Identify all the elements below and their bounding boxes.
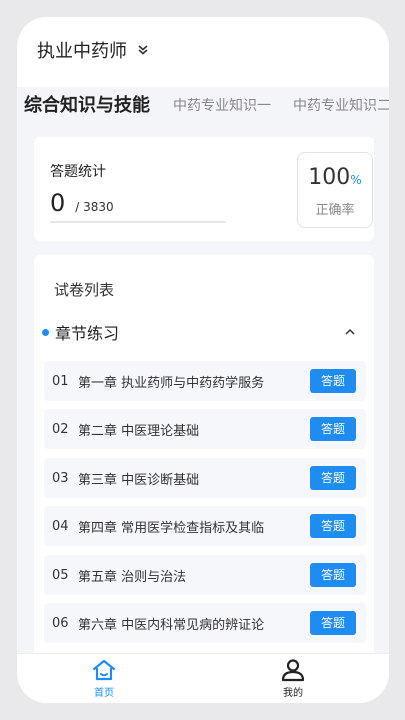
exam-selector[interactable]: 执业中药师 bbox=[37, 37, 149, 63]
chapter-row[interactable]: 01 第一章 执业药师与中药药学服务 答题 bbox=[44, 361, 366, 401]
percent-symbol: % bbox=[350, 173, 362, 187]
tab-pharmacy-knowledge-2[interactable]: 中药专业知识二 bbox=[293, 87, 389, 125]
chapter-row[interactable]: 05 第五章 治则与治法 答题 bbox=[44, 555, 366, 595]
double-chevron-down-icon bbox=[138, 45, 148, 55]
stats-label: 答题统计 bbox=[50, 164, 106, 180]
chevron-up-icon[interactable] bbox=[344, 326, 356, 338]
total-number: / 3830 bbox=[75, 200, 114, 214]
section-dot bbox=[42, 328, 49, 336]
tab-pharmacy-knowledge-1[interactable]: 中药专业知识一 bbox=[173, 87, 271, 125]
nav-home[interactable]: 首页 bbox=[74, 658, 134, 699]
chapter-label: 第三章 中医诊断基础 bbox=[78, 472, 200, 488]
chapter-label: 第六章 中医内科常见病的辨证论 bbox=[78, 617, 265, 633]
accuracy-value: 100% bbox=[308, 165, 362, 190]
accuracy-label: 正确率 bbox=[315, 203, 355, 218]
nav-mine-label: 我的 bbox=[283, 688, 303, 699]
chapter-label: 第二章 中医理论基础 bbox=[78, 423, 200, 439]
chapter-row[interactable]: 06 第六章 中医内科常见病的辨证论 答题 bbox=[44, 603, 366, 643]
user-icon bbox=[281, 659, 305, 682]
chapter-label: 第一章 执业药师与中药药学服务 bbox=[78, 375, 265, 391]
section-name: 章节练习 bbox=[55, 324, 120, 343]
progress-bar bbox=[50, 221, 226, 223]
answered-count: 0 / 3830 bbox=[50, 189, 114, 217]
chapter-index: 05 bbox=[52, 567, 69, 583]
bottom-nav: 首页 我的 bbox=[17, 653, 389, 703]
section-chapter-practice[interactable]: 章节练习 bbox=[42, 317, 366, 347]
chapter-index: 01 bbox=[52, 373, 69, 389]
chapter-index: 02 bbox=[52, 421, 69, 437]
answer-button[interactable]: 答题 bbox=[310, 466, 356, 490]
chapter-index: 03 bbox=[52, 470, 69, 486]
subject-tabs: 综合知识与技能 中药专业知识一 中药专业知识二 bbox=[17, 87, 389, 135]
paper-list-card: 试卷列表 章节练习 01 第一章 执业药师与中药药学服务 答题 02 第二章 中… bbox=[34, 255, 374, 703]
home-icon bbox=[92, 659, 116, 681]
answer-button[interactable]: 答题 bbox=[310, 417, 356, 441]
answer-stats-card: 答题统计 0 / 3830 100% 正确率 bbox=[34, 137, 374, 241]
chapter-row[interactable]: 04 第四章 常用医学检查指标及其临 答题 bbox=[44, 506, 366, 546]
chapter-label: 第四章 常用医学检查指标及其临 bbox=[78, 520, 265, 536]
answered-number: 0 bbox=[50, 189, 66, 217]
answer-button[interactable]: 答题 bbox=[310, 563, 356, 587]
chapter-index: 06 bbox=[52, 615, 69, 631]
answer-button[interactable]: 答题 bbox=[310, 514, 356, 538]
answer-button[interactable]: 答题 bbox=[310, 369, 356, 393]
chapter-label: 第五章 治则与治法 bbox=[78, 569, 187, 585]
page-title: 执业中药师 bbox=[37, 41, 127, 62]
phone-screen: 执业中药师 综合知识与技能 中药专业知识一 中药专业知识二 答题统计 0 / 3… bbox=[17, 17, 389, 703]
nav-home-label: 首页 bbox=[94, 688, 114, 699]
paper-list-title: 试卷列表 bbox=[54, 281, 115, 299]
top-bar: 执业中药师 bbox=[17, 17, 389, 87]
tab-comprehensive[interactable]: 综合知识与技能 bbox=[24, 87, 150, 125]
chapter-row[interactable]: 03 第三章 中医诊断基础 答题 bbox=[44, 458, 366, 498]
chapter-row[interactable]: 02 第二章 中医理论基础 答题 bbox=[44, 409, 366, 449]
nav-mine[interactable]: 我的 bbox=[263, 658, 323, 699]
answer-button[interactable]: 答题 bbox=[310, 611, 356, 635]
chapter-index: 04 bbox=[52, 518, 69, 534]
accuracy-box: 100% 正确率 bbox=[297, 152, 373, 228]
